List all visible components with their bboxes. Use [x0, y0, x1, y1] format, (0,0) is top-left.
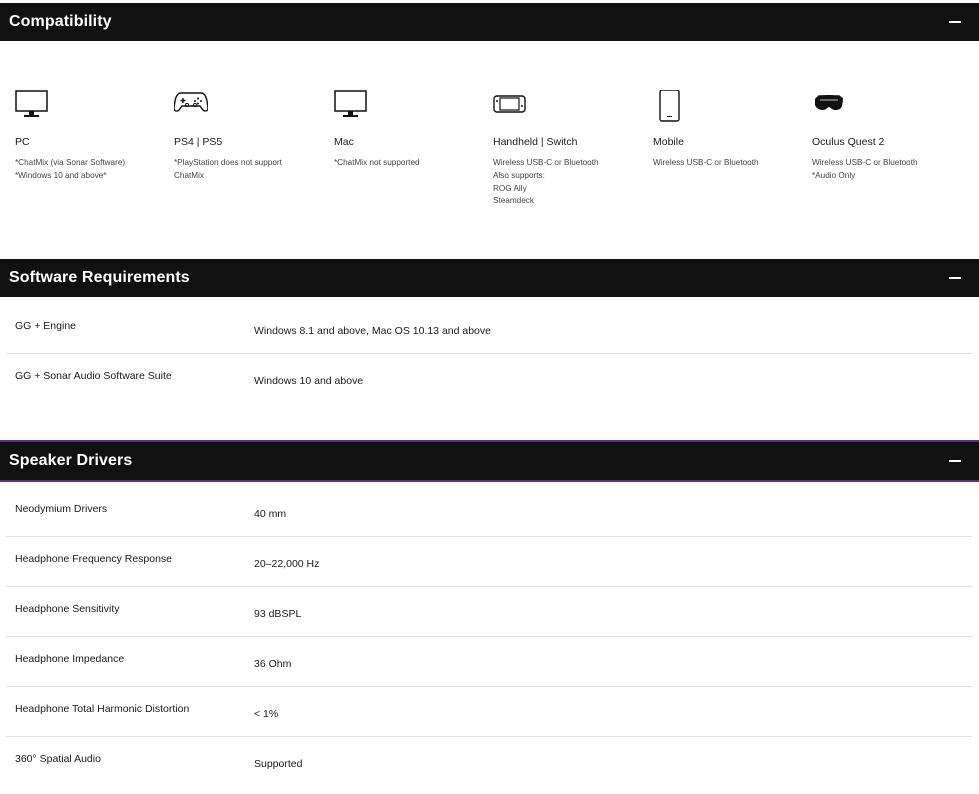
table-row: GG + Sonar Audio Software Suite Windows … [6, 354, 972, 404]
compatibility-grid: PC *ChatMix (via Sonar Software) *Window… [15, 90, 975, 220]
spec-value: 40 mm [254, 508, 287, 520]
monitor-icon [334, 90, 484, 122]
minus-icon [949, 460, 961, 462]
compat-note: Wireless USB-C or Bluetooth [812, 158, 918, 167]
minus-icon [949, 21, 961, 23]
compat-name: Oculus Quest 2 [812, 136, 885, 148]
compat-item-mobile: Mobile Wireless USB-C or Bluetooth [653, 90, 803, 170]
minus-icon [949, 277, 961, 279]
compat-name: PC [15, 136, 30, 148]
compat-name: PS4 | PS5 [174, 136, 223, 148]
compat-note: Also supports: [493, 170, 545, 180]
compat-note: ROG Ally [493, 183, 527, 193]
compat-note: Wireless USB-C or Bluetooth [493, 158, 599, 167]
compat-name: Mobile [653, 136, 684, 148]
compat-notes: *ChatMix (via Sonar Software) *Windows 1… [15, 157, 165, 183]
section-title: Compatibility [9, 13, 112, 30]
speaker-drivers-table: Neodymium Drivers 40 mm Headphone Freque… [6, 487, 972, 787]
section-title: Speaker Drivers [9, 452, 133, 469]
table-row: Headphone Sensitivity 93 dBSPL [6, 587, 972, 637]
compat-note: *ChatMix (via Sonar Software) [15, 158, 126, 167]
compat-name: Handheld | Switch [493, 136, 578, 148]
compat-notes: *ChatMix not supported [334, 157, 484, 170]
compat-note: *Windows 10 and above* [15, 170, 107, 180]
compat-note: Wireless USB-C or Bluetooth [653, 158, 759, 167]
software-requirements-header[interactable]: Software Requirements [0, 259, 979, 297]
table-row: Headphone Total Harmonic Distortion < 1% [6, 687, 972, 737]
spec-value: Windows 10 and above [254, 375, 364, 387]
compatibility-header[interactable]: Compatibility [0, 3, 979, 41]
section-title: Software Requirements [9, 269, 190, 286]
compat-note: *PlayStation does not support [174, 158, 282, 167]
spec-value: Supported [254, 758, 303, 770]
gamepad-icon [174, 90, 324, 122]
spec-value: 20–22,000 Hz [254, 558, 320, 570]
compat-name: Mac [334, 136, 354, 148]
spec-value: < 1% [254, 708, 279, 720]
table-row: Headphone Frequency Response 20–22,000 H… [6, 537, 972, 587]
compat-note: Steamdeck [493, 196, 534, 206]
spec-label: Headphone Sensitivity [15, 603, 120, 615]
compat-note: *ChatMix not supported [334, 158, 420, 167]
compat-item-playstation: PS4 | PS5 *PlayStation does not support … [174, 90, 324, 183]
spec-label: GG + Engine [15, 320, 76, 332]
spec-label: Headphone Frequency Response [15, 553, 173, 565]
spec-label: Neodymium Drivers [15, 503, 108, 515]
table-row: 360° Spatial Audio Supported [6, 737, 972, 787]
monitor-icon [15, 90, 165, 122]
collapse-button[interactable] [943, 10, 967, 34]
compat-item-pc: PC *ChatMix (via Sonar Software) *Window… [15, 90, 165, 183]
smartphone-icon [653, 90, 803, 122]
compat-notes: Wireless USB-C or Bluetooth *Audio Only [812, 157, 962, 183]
spec-value: Windows 8.1 and above, Mac OS 10.13 and … [254, 325, 491, 337]
collapse-button[interactable] [943, 266, 967, 290]
compat-notes: *PlayStation does not support ChatMix [174, 157, 324, 183]
collapse-button[interactable] [943, 449, 967, 473]
spec-label: GG + Sonar Audio Software Suite [15, 370, 172, 382]
compat-notes: Wireless USB-C or Bluetooth Also support… [493, 157, 643, 208]
compat-item-oculus: Oculus Quest 2 Wireless USB-C or Bluetoo… [812, 90, 962, 183]
table-row: Neodymium Drivers 40 mm [6, 487, 972, 537]
handheld-console-icon [493, 90, 643, 122]
compat-note: *Audio Only [812, 170, 856, 180]
compat-item-mac: Mac *ChatMix not supported [334, 90, 484, 170]
compat-notes: Wireless USB-C or Bluetooth [653, 157, 803, 170]
spec-label: 360° Spatial Audio [15, 753, 101, 765]
compat-item-handheld: Handheld | Switch Wireless USB-C or Blue… [493, 90, 643, 208]
spec-value: 93 dBSPL [254, 608, 302, 620]
speaker-drivers-header[interactable]: Speaker Drivers [0, 440, 979, 482]
compat-note: ChatMix [174, 170, 205, 180]
spec-value: 36 Ohm [254, 658, 292, 670]
spec-label: Headphone Total Harmonic Distortion [15, 703, 190, 715]
spec-label: Headphone Impedance [15, 653, 125, 665]
software-requirements-table: GG + Engine Windows 8.1 and above, Mac O… [6, 304, 972, 404]
table-row: Headphone Impedance 36 Ohm [6, 637, 972, 687]
table-row: GG + Engine Windows 8.1 and above, Mac O… [6, 304, 972, 354]
vr-headset-icon [812, 90, 962, 122]
